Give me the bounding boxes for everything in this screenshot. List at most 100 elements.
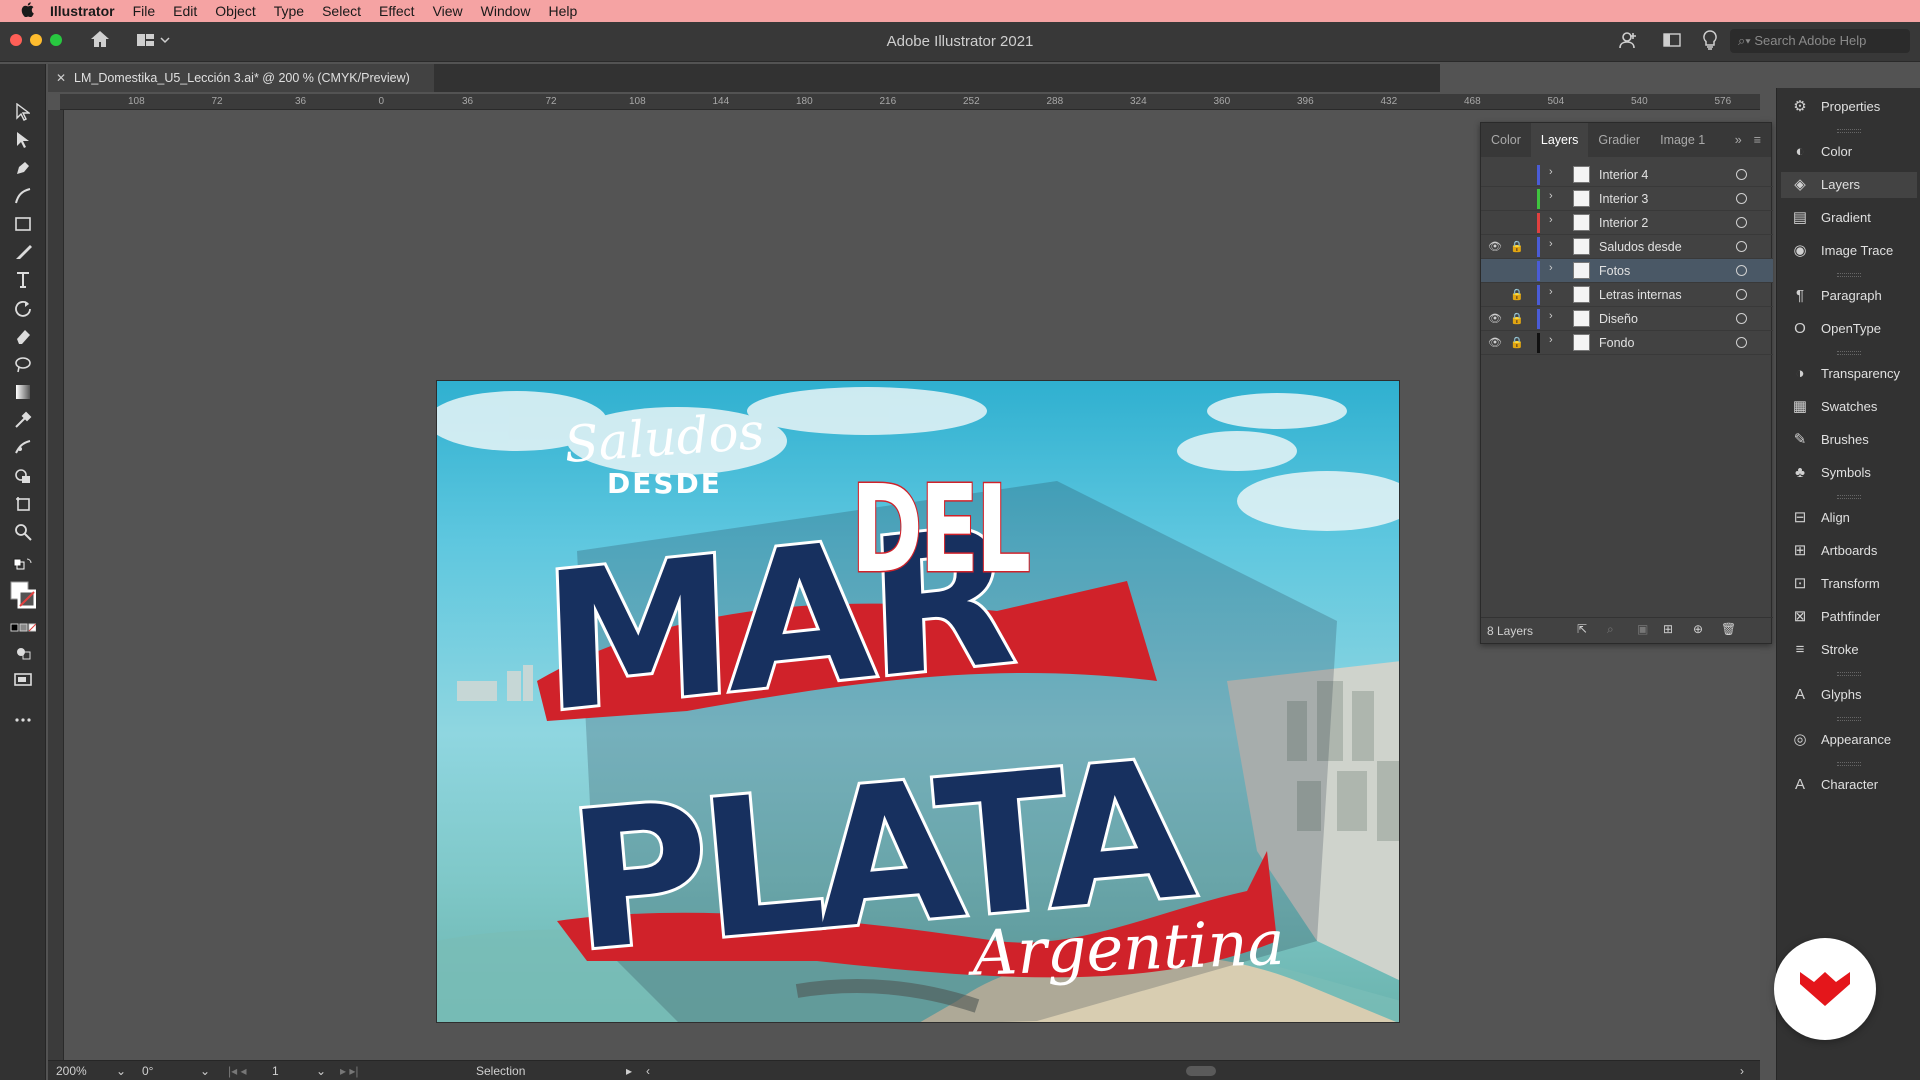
layer-target-icon[interactable] xyxy=(1736,169,1747,180)
fill-stroke-swatch[interactable] xyxy=(10,580,36,610)
document-tab[interactable]: ✕ LM_Domestika_U5_Lección 3.ai* @ 200 % … xyxy=(48,64,434,92)
new-layer-icon[interactable]: ⊕ xyxy=(1693,622,1703,636)
menu-window[interactable]: Window xyxy=(481,3,531,19)
layer-name[interactable]: Saludos desde xyxy=(1599,240,1682,254)
dock-item-align[interactable]: ⊟ Align xyxy=(1781,505,1917,531)
dock-item-glyphs[interactable]: A Glyphs xyxy=(1781,682,1917,708)
zoom-tool-icon[interactable] xyxy=(10,520,36,544)
puppet-warp-tool-icon[interactable] xyxy=(10,436,36,460)
layer-row[interactable]: › Fotos xyxy=(1481,259,1773,283)
dock-group-grip[interactable] xyxy=(1837,717,1861,721)
expand-chevron-icon[interactable]: › xyxy=(1549,190,1553,202)
new-sublayer-icon[interactable]: ⊞ xyxy=(1663,622,1673,636)
menu-type[interactable]: Type xyxy=(274,3,304,19)
more-tools-icon[interactable] xyxy=(10,708,36,732)
dock-item-stroke[interactable]: ≡ Stroke xyxy=(1781,637,1917,663)
lock-icon[interactable] xyxy=(1509,263,1525,279)
menu-view[interactable]: View xyxy=(433,3,463,19)
visibility-eye-icon[interactable] xyxy=(1487,287,1503,303)
rotation-value[interactable]: 0° xyxy=(142,1064,153,1078)
dock-item-pathfinder[interactable]: ⊠ Pathfinder xyxy=(1781,604,1917,630)
layer-target-icon[interactable] xyxy=(1736,193,1747,204)
menu-help[interactable]: Help xyxy=(548,3,577,19)
dock-item-properties[interactable]: ⚙ Properties xyxy=(1781,94,1917,120)
menu-edit[interactable]: Edit xyxy=(173,3,197,19)
tab-image-trace[interactable]: Image 1 xyxy=(1650,123,1715,157)
layer-target-icon[interactable] xyxy=(1736,265,1747,276)
menu-app-name[interactable]: Illustrator xyxy=(50,3,115,19)
layer-name[interactable]: Fondo xyxy=(1599,336,1634,350)
layer-name[interactable]: Interior 2 xyxy=(1599,216,1648,230)
artboard-nav-next-icons[interactable]: ▸ ▸| xyxy=(340,1064,359,1078)
layer-target-icon[interactable] xyxy=(1736,337,1747,348)
rotation-dropdown-icon[interactable]: ⌄ xyxy=(200,1064,210,1078)
draw-mode-icon[interactable] xyxy=(10,640,36,664)
visibility-eye-icon[interactable]: 👁 xyxy=(1487,335,1503,351)
layer-row[interactable]: 👁 🔒 › Diseño xyxy=(1481,307,1773,331)
collapse-panel-icon[interactable]: » xyxy=(1729,133,1748,147)
color-none-icons[interactable] xyxy=(10,616,36,640)
lock-icon[interactable]: 🔒 xyxy=(1509,287,1525,303)
zoom-dropdown-icon[interactable]: ⌄ xyxy=(116,1064,126,1078)
tab-layers[interactable]: Layers xyxy=(1530,123,1589,157)
rectangle-tool-icon[interactable] xyxy=(10,212,36,236)
expand-chevron-icon[interactable]: › xyxy=(1549,310,1553,322)
arrange-documents-icon[interactable] xyxy=(1660,30,1684,54)
expand-chevron-icon[interactable]: › xyxy=(1549,334,1553,346)
curvature-tool-icon[interactable] xyxy=(10,184,36,208)
expand-chevron-icon[interactable]: › xyxy=(1549,166,1553,178)
layer-row[interactable]: › Interior 2 xyxy=(1481,211,1773,235)
tab-color[interactable]: Color xyxy=(1481,123,1531,157)
expand-chevron-icon[interactable]: › xyxy=(1549,238,1553,250)
artboard-number[interactable]: 1 xyxy=(272,1064,279,1078)
lasso-tool-icon[interactable] xyxy=(10,352,36,376)
paintbrush-tool-icon[interactable] xyxy=(10,240,36,264)
dock-item-brushes[interactable]: ✎ Brushes xyxy=(1781,427,1917,453)
visibility-eye-icon[interactable] xyxy=(1487,263,1503,279)
layer-name[interactable]: Diseño xyxy=(1599,312,1638,326)
menu-effect[interactable]: Effect xyxy=(379,3,415,19)
eyedropper-tool-icon[interactable] xyxy=(10,408,36,432)
zoom-level[interactable]: 200% xyxy=(56,1064,87,1078)
dock-item-image-trace[interactable]: ◉ Image Trace xyxy=(1781,238,1917,264)
visibility-eye-icon[interactable] xyxy=(1487,191,1503,207)
layer-row[interactable]: 👁 🔒 › Fondo xyxy=(1481,331,1773,355)
layer-name[interactable]: Interior 4 xyxy=(1599,168,1648,182)
visibility-eye-icon[interactable] xyxy=(1487,167,1503,183)
horizontal-scrollbar-thumb[interactable] xyxy=(1186,1066,1216,1076)
dock-item-character[interactable]: A Character xyxy=(1781,772,1917,798)
lightbulb-icon[interactable] xyxy=(1698,30,1722,54)
dock-item-color[interactable]: ◐ Color xyxy=(1781,139,1917,165)
lock-icon[interactable]: 🔒 xyxy=(1509,311,1525,327)
dock-item-layers[interactable]: ◈ Layers xyxy=(1781,172,1917,198)
type-tool-icon[interactable] xyxy=(10,268,36,292)
status-play-icon[interactable]: ▸ xyxy=(626,1064,632,1078)
dock-group-grip[interactable] xyxy=(1837,129,1861,133)
gradient-tool-icon[interactable] xyxy=(10,380,36,404)
lock-icon[interactable]: 🔒 xyxy=(1509,239,1525,255)
layer-row[interactable]: › Interior 3 xyxy=(1481,187,1773,211)
pen-tool-icon[interactable] xyxy=(10,156,36,180)
layer-row[interactable]: 👁 🔒 › Saludos desde xyxy=(1481,235,1773,259)
layer-target-icon[interactable] xyxy=(1736,217,1747,228)
layer-target-icon[interactable] xyxy=(1736,289,1747,300)
artboard-dropdown-icon[interactable]: ⌄ xyxy=(316,1064,326,1078)
rotate-tool-icon[interactable] xyxy=(10,296,36,320)
scroll-right-icon[interactable]: › xyxy=(1740,1064,1744,1078)
layer-target-icon[interactable] xyxy=(1736,241,1747,252)
direct-selection-tool-icon[interactable] xyxy=(10,128,36,152)
dock-item-appearance[interactable]: ◎ Appearance xyxy=(1781,727,1917,753)
lock-icon[interactable] xyxy=(1509,191,1525,207)
dock-item-symbols[interactable]: ♣ Symbols xyxy=(1781,460,1917,486)
panel-menu-icon[interactable]: ≡ xyxy=(1748,133,1771,147)
eraser-tool-icon[interactable] xyxy=(10,324,36,348)
expand-chevron-icon[interactable]: › xyxy=(1549,286,1553,298)
selection-tool-icon[interactable] xyxy=(10,100,36,124)
dock-item-transparency[interactable]: ◑ Transparency xyxy=(1781,361,1917,387)
scroll-left-icon[interactable]: ‹ xyxy=(646,1064,650,1078)
ruler-left[interactable] xyxy=(48,110,64,1060)
visibility-eye-icon[interactable] xyxy=(1487,215,1503,231)
lock-icon[interactable] xyxy=(1509,167,1525,183)
dock-group-grip[interactable] xyxy=(1837,273,1861,277)
artboard-nav-prev-icons[interactable]: |◂ ◂ xyxy=(228,1064,247,1078)
